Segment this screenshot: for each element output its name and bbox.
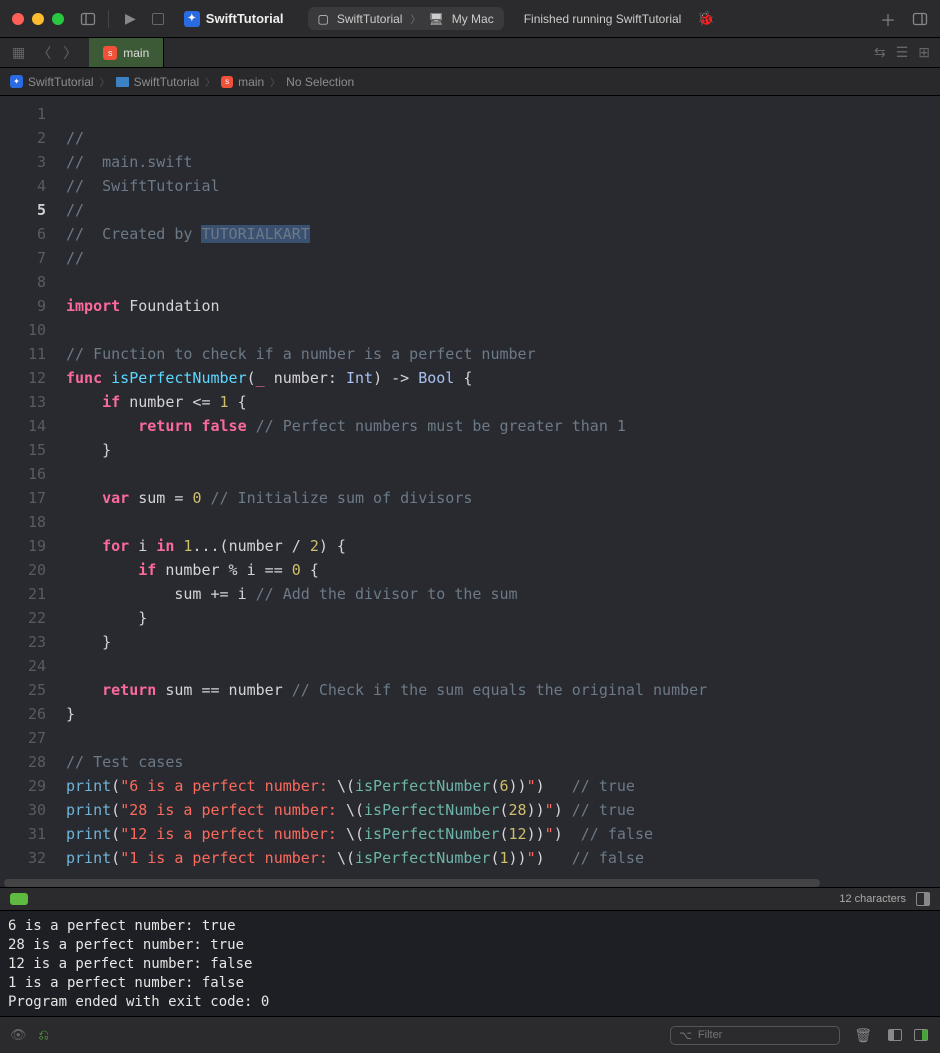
add-editor-icon[interactable]: ⊞ [918,44,930,61]
line-gutter: 1234567891011121314151617181920212223242… [0,96,60,887]
eye-icon[interactable]: 👁 [10,1027,27,1043]
close-window-button[interactable] [12,13,24,25]
tab-nav: ▦ 〈 〉 [0,38,89,67]
scheme-app-icon: ▢ [318,12,329,26]
selection-info: 12 characters [839,893,906,905]
device-icon: 🖥 [428,12,443,26]
separator [108,10,109,28]
titlebar: ▶ ✦ SwiftTutorial ▢ SwiftTutorial 〉 🖥 My… [0,0,940,38]
code-editor[interactable]: 1234567891011121314151617181920212223242… [0,96,940,887]
zoom-window-button[interactable] [52,13,64,25]
console-line: 12 is a perfect number: false [8,956,252,972]
code-line: // [66,225,84,243]
console-line: 28 is a perfect number: true [8,937,244,953]
chevron-right-icon: 〉 [270,74,280,89]
auto-icon[interactable]: ⎌ [39,1027,49,1043]
scheme-app: SwiftTutorial [337,12,403,26]
refresh-icon[interactable]: ⇆ [874,44,886,61]
tab-main[interactable]: s main [89,38,164,67]
crumb-label: No Selection [286,75,354,89]
filter-icon: ⌥ [679,1029,692,1042]
console-line: 1 is a perfect number: false [8,975,244,991]
code-line: import [66,297,120,315]
code-line: // [66,177,84,195]
code-line: // [66,129,84,147]
console-line: Program ended with exit code: 0 [8,994,269,1010]
scheme-pill[interactable]: ▢ SwiftTutorial 〉 🖥 My Mac [308,7,504,30]
scheme-selector[interactable]: ✦ SwiftTutorial [176,7,292,31]
crumb-label: main [238,75,264,89]
crumb-label: SwiftTutorial [28,75,94,89]
crumb-label: SwiftTutorial [134,75,200,89]
project-name: SwiftTutorial [206,11,284,26]
swift-file-icon: s [103,46,117,60]
adjust-icon[interactable]: ☰ [896,44,909,61]
console-output[interactable]: 6 is a perfect number: true 28 is a perf… [0,911,940,1017]
stop-button[interactable] [152,13,164,25]
console-pane-toggle[interactable] [914,1029,928,1041]
debug-bottombar: 👁 ⎌ ⌥ 🗑 [0,1017,940,1053]
window-controls [12,13,64,25]
scheme-device: My Mac [452,12,494,26]
tabbar: ▦ 〈 〉 s main ⇆ ☰ ⊞ [0,38,940,68]
crumb-file[interactable]: s main [221,75,264,89]
app-icon: ✦ [184,11,200,27]
activity-icon[interactable]: 🐞 [697,10,714,27]
swift-file-icon: s [221,76,233,88]
code-line: // Test cases [66,753,183,771]
inspector-toggle-icon[interactable] [916,892,930,906]
console-line: 6 is a perfect number: true [8,918,236,934]
tab-label: main [123,46,149,60]
chevron-right-icon: 〉 [205,74,215,89]
filter-input[interactable] [698,1029,831,1041]
crumb-folder[interactable]: SwiftTutorial [116,75,200,89]
code-line: // [66,201,84,219]
add-button[interactable]: ＋ [880,7,896,31]
horizontal-scrollbar[interactable] [4,879,820,887]
chevron-right-icon: 〉 [100,74,110,89]
navigator-toggle-icon[interactable] [80,11,96,27]
code-line: // [66,249,84,267]
code-area[interactable]: // // main.swift // SwiftTutorial // // … [60,96,940,887]
app-icon: ✦ [10,75,23,88]
code-line: func [66,369,102,387]
library-toggle-icon[interactable] [912,11,928,27]
folder-icon [116,77,129,87]
build-status: Finished running SwiftTutorial [524,12,682,26]
crumb-symbol[interactable]: No Selection [286,75,354,89]
editor-infobar: 12 characters [0,887,940,911]
chevron-right-icon: 〉 [410,11,420,26]
selected-text: TUTORIALKART [201,225,309,243]
grid-icon[interactable]: ▦ [8,42,29,63]
code-line: // [66,153,84,171]
crumb-project[interactable]: ✦ SwiftTutorial [10,75,94,89]
code-line: // Function to check if a number is a pe… [66,345,536,363]
trash-icon[interactable]: 🗑 [854,1027,872,1044]
forward-button[interactable]: 〉 [59,41,81,65]
minimize-window-button[interactable] [32,13,44,25]
jumpbar[interactable]: ✦ SwiftTutorial 〉 SwiftTutorial 〉 s main… [0,68,940,96]
variables-pane-toggle[interactable] [888,1029,902,1041]
status-indicator [10,893,28,905]
filter-field[interactable]: ⌥ [670,1026,840,1045]
back-button[interactable]: 〈 [33,41,55,65]
run-button[interactable]: ▶ [125,10,136,27]
